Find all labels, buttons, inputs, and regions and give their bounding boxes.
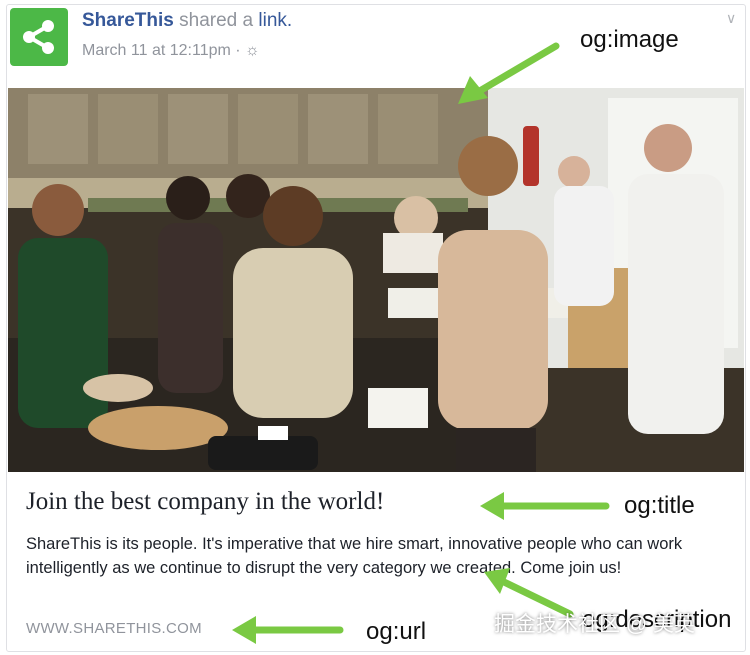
og-image-photo[interactable] <box>8 88 744 472</box>
author-name[interactable]: ShareThis <box>82 10 174 31</box>
og-description-text: ShareThis is its people. It's imperative… <box>26 535 683 577</box>
og-image-label: og:image <box>580 26 679 53</box>
post-header: ShareThis shared a link. <box>82 10 292 32</box>
action-link[interactable]: link. <box>258 10 292 31</box>
og-title-label: og:title <box>624 492 695 519</box>
og-title-text[interactable]: Join the best company in the world! <box>26 488 486 516</box>
watermark: 掘金技术社区 @ 美英 <box>494 613 695 636</box>
share-icon[interactable] <box>10 8 68 66</box>
og-url-label: og:url <box>366 618 427 645</box>
og-url-text[interactable]: WWW.SHARETHIS.COM <box>26 620 202 637</box>
action-text: shared a <box>179 10 254 31</box>
post-timestamp[interactable]: March 11 at 12:11pm · ☼ <box>82 42 260 60</box>
chevron-down-icon[interactable]: ∨ <box>726 10 736 27</box>
